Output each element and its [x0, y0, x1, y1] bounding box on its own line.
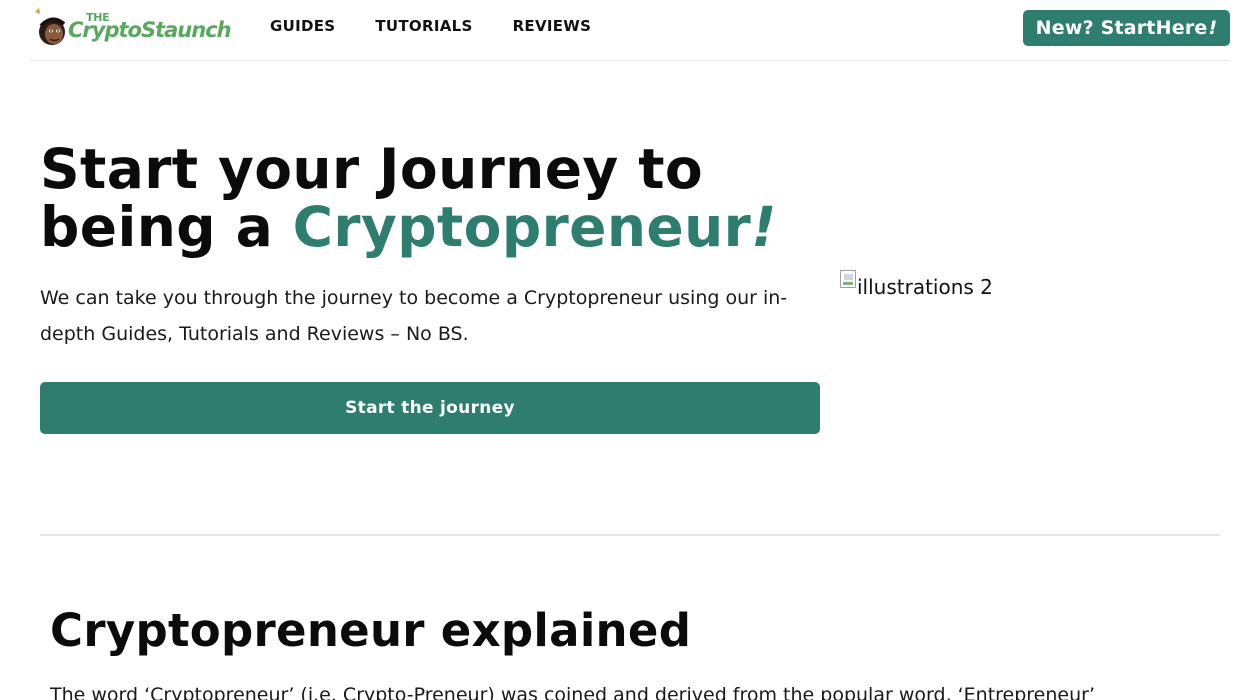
avatar-face-icon: [35, 8, 66, 45]
start-here-label: New? StartHere: [1035, 17, 1208, 39]
hero-title-line2: being a: [40, 195, 293, 259]
start-here-emphasis: !: [1208, 17, 1218, 39]
nav-item-reviews[interactable]: REVIEWS: [513, 17, 592, 35]
start-journey-button[interactable]: Start the journey: [40, 382, 820, 434]
section-title: Cryptopreneur explained: [50, 604, 692, 657]
hero-illustration: illustrations 2: [840, 270, 993, 305]
illustration-alt-text: illustrations 2: [857, 275, 993, 299]
nav-item-tutorials[interactable]: TUTORIALS: [375, 17, 472, 35]
hero-title: Start your Journey to being a Cryptopren…: [40, 140, 840, 256]
hero-title-exclamation: !: [751, 195, 777, 259]
section-divider: [40, 534, 1220, 536]
hero-title-accent: Cryptopreneur: [292, 195, 752, 259]
hero-subtitle: We can take you through the journey to b…: [40, 287, 788, 345]
main-nav: GUIDES TUTORIALS REVIEWS: [270, 17, 591, 35]
nav-item-guides[interactable]: GUIDES: [270, 17, 335, 35]
broken-image-icon: [840, 270, 856, 288]
start-journey-label: Start the journey: [345, 398, 515, 418]
site-logo[interactable]: THE CryptoStaunch: [30, 6, 235, 50]
hero-title-line1: Start your Journey to: [40, 137, 704, 201]
logo-wordmark: CryptoStaunch: [68, 18, 232, 42]
section-body: The word ‘Cryptopreneur’ (i.e. Crypto-Pr…: [50, 684, 1095, 700]
site-header: THE CryptoStaunch GUIDES TUTORIALS REVIE…: [30, 0, 1230, 61]
start-here-button[interactable]: New? StartHere!: [1023, 10, 1230, 46]
